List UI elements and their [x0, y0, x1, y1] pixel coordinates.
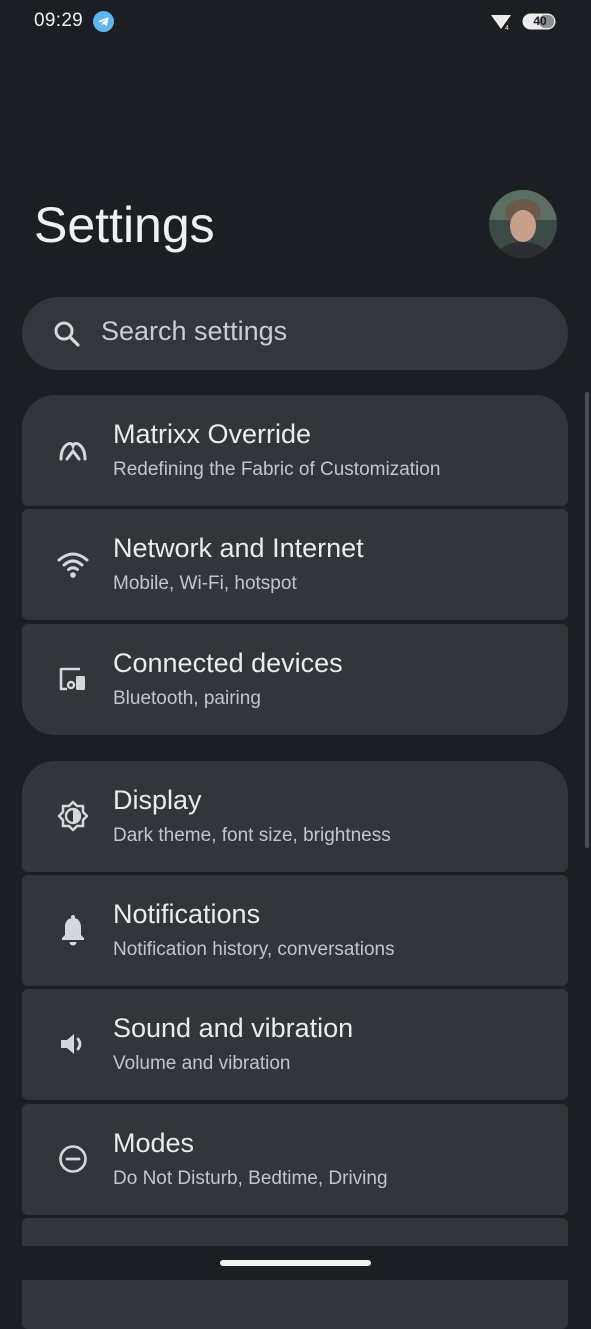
battery-icon: 40: [522, 13, 558, 30]
setting-sound-and-vibration[interactable]: Sound and vibration Volume and vibration: [22, 989, 568, 1100]
setting-subtitle: Dark theme, font size, brightness: [113, 825, 391, 846]
setting-subtitle: Do Not Disturb, Bedtime, Driving: [113, 1168, 388, 1189]
setting-title: Matrixx Override: [113, 419, 312, 449]
setting-subtitle: Redefining the Fabric of Customization: [113, 459, 441, 480]
battery-level: 40: [533, 14, 547, 28]
setting-subtitle: Notification history, conversations: [113, 939, 395, 960]
setting-title: Display: [113, 785, 202, 815]
gesture-handle[interactable]: [220, 1260, 371, 1266]
setting-subtitle: Volume and vibration: [113, 1053, 291, 1074]
matrixx-icon: [56, 433, 90, 467]
speaker-icon: [56, 1027, 90, 1061]
setting-title: Network and Internet: [113, 533, 364, 563]
setting-notifications[interactable]: Notifications Notification history, conv…: [22, 875, 568, 986]
search-icon[interactable]: [52, 319, 82, 349]
setting-title: Sound and vibration: [113, 1013, 354, 1043]
status-bar: 09:29 4 40: [0, 0, 591, 44]
setting-network-and-internet[interactable]: Network and Internet Mobile, Wi-Fi, hots…: [22, 509, 568, 620]
setting-subtitle: Bluetooth, pairing: [113, 688, 261, 709]
search-input[interactable]: Search settings: [101, 316, 287, 347]
setting-modes[interactable]: Modes Do Not Disturb, Bedtime, Driving: [22, 1104, 568, 1215]
do-not-disturb-icon: [56, 1142, 90, 1176]
setting-subtitle: Mobile, Wi-Fi, hotspot: [113, 573, 297, 594]
page-title: Settings: [34, 197, 215, 253]
setting-matrixx-override[interactable]: Matrixx Override Redefining the Fabric o…: [22, 395, 568, 506]
setting-display[interactable]: Display Dark theme, font size, brightnes…: [22, 761, 568, 872]
scrollbar[interactable]: [585, 392, 589, 848]
telegram-icon: [93, 11, 114, 32]
bell-icon: [56, 913, 90, 947]
avatar[interactable]: [489, 190, 557, 258]
wifi-status-icon: 4: [490, 13, 512, 32]
svg-text:4: 4: [505, 25, 509, 31]
status-time: 09:29: [34, 10, 84, 31]
brightness-icon: [56, 799, 90, 833]
setting-title: Connected devices: [113, 648, 343, 678]
setting-title: Modes: [113, 1128, 195, 1158]
devices-icon: [56, 662, 90, 696]
setting-title: Notifications: [113, 899, 261, 929]
setting-connected-devices[interactable]: Connected devices Bluetooth, pairing: [22, 624, 568, 735]
wifi-icon: [56, 547, 90, 581]
